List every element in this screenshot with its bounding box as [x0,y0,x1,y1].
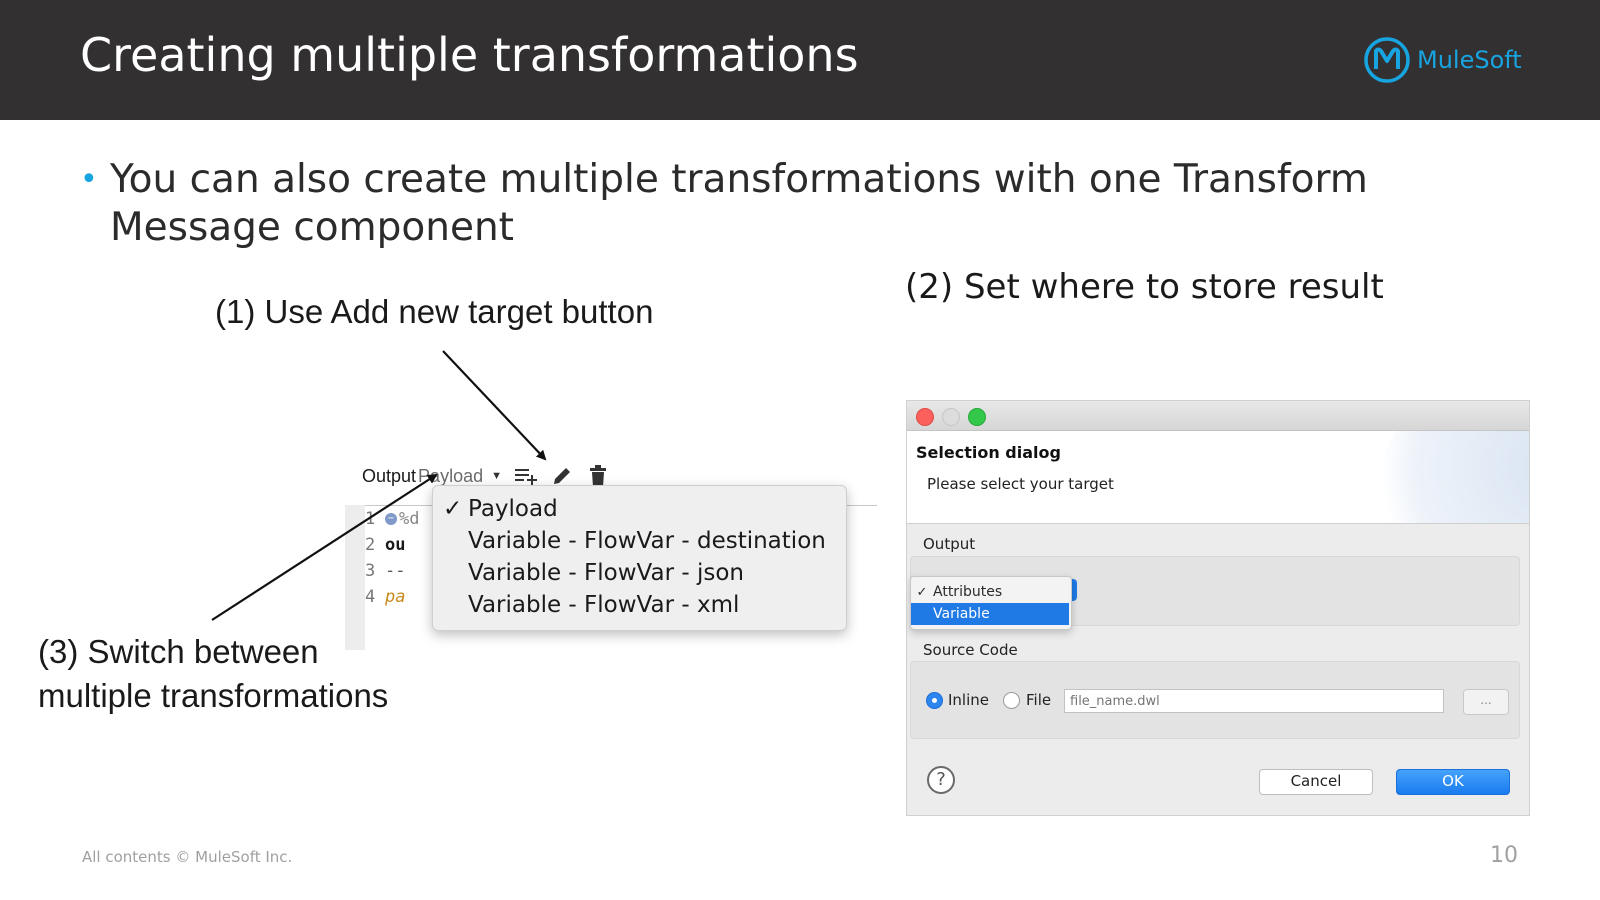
maximize-window-button[interactable] [968,408,986,426]
bullet-text: You can also create multiple transformat… [110,157,1368,250]
target-type-dropdown: ✓ Attributes Variable [910,576,1072,630]
fold-icon[interactable]: − [385,513,397,525]
checkmark-icon: ✓ [916,584,928,600]
editor-gutter [345,505,365,650]
close-window-button[interactable] [916,408,934,426]
radio-inline[interactable] [926,692,943,709]
output-section-label: Output [923,535,976,553]
radio-file-label: File [1026,691,1052,709]
target-select-value: Payload [418,465,484,486]
option-label: Variable [933,606,990,622]
code-text: ou [385,535,406,555]
code-editor[interactable]: 1 − %d 2 ou 3 -- 4 pa [365,506,435,646]
line-number: 1 [365,509,376,529]
header-decoration [1379,431,1529,523]
option-label: Attributes [933,584,1003,600]
help-icon[interactable]: ? [927,766,955,794]
mulesoft-logo: MuleSoft [1363,36,1522,84]
dropdown-item-xml[interactable]: Variable - FlowVar - xml [468,592,739,618]
minimize-window-button[interactable] [942,408,960,426]
ok-button[interactable]: OK [1396,769,1510,795]
page-number: 10 [1490,843,1518,868]
callout-line: (3) Switch between [38,633,319,670]
line-number: 3 [365,561,376,581]
code-line: 4 pa [365,584,405,610]
code-text: %d [399,509,420,529]
callout-add-target: (1) Use Add new target button [215,293,654,330]
trash-icon [590,465,606,487]
bullet-point: • You can also create multiple transform… [80,156,1520,252]
line-number: 4 [365,587,376,607]
dropdown-item-payload[interactable]: Payload [468,496,558,522]
copyright-footer: All contents © MuleSoft Inc. [82,848,293,866]
add-list-icon [515,469,537,485]
code-line: 3 -- [365,558,405,584]
dialog-subtitle: Please select your target [927,475,1114,493]
code-line: 2 ou [365,532,405,558]
source-code-section-label: Source Code [923,641,1018,659]
dropdown-item-json[interactable]: Variable - FlowVar - json [468,560,744,586]
output-label: Output [362,465,417,486]
option-attributes[interactable]: ✓ Attributes [911,581,1069,603]
window-titlebar [907,401,1529,431]
radio-file[interactable] [1003,692,1020,709]
callout-line: multiple transformations [38,677,389,714]
callout-switch-transformations: (3) Switch between multiple transformati… [38,630,388,718]
arrow-to-add-target [442,350,547,461]
code-text: pa [385,587,406,607]
dialog-header: Selection dialog Please select your targ… [907,431,1529,524]
logo-text: MuleSoft [1417,46,1522,74]
code-text: -- [385,561,406,581]
callout-store-result: (2) Set where to store result [905,267,1384,307]
target-select[interactable]: Payload ▼ [418,466,502,487]
cancel-button[interactable]: Cancel [1259,769,1373,795]
dropdown-item-destination[interactable]: Variable - FlowVar - destination [468,528,826,554]
bullet-dot: • [80,162,98,197]
dialog-title: Selection dialog [916,443,1061,462]
radio-inline-label: Inline [948,691,990,709]
line-number: 2 [365,535,376,555]
browse-button[interactable]: ... [1463,689,1509,715]
pencil-icon [554,468,570,484]
selection-dialog: Selection dialog Please select your targ… [906,400,1530,816]
target-dropdown-menu: ✓ Payload Variable - FlowVar - destinati… [432,485,847,631]
page-title: Creating multiple transformations [80,28,859,82]
mulesoft-logo-icon [1364,37,1410,83]
code-line: 1 − %d [365,506,419,532]
option-variable[interactable]: Variable [911,603,1069,625]
caret-down-icon: ▼ [491,470,502,482]
file-name-input[interactable] [1064,689,1444,713]
checkmark-icon: ✓ [443,496,463,522]
